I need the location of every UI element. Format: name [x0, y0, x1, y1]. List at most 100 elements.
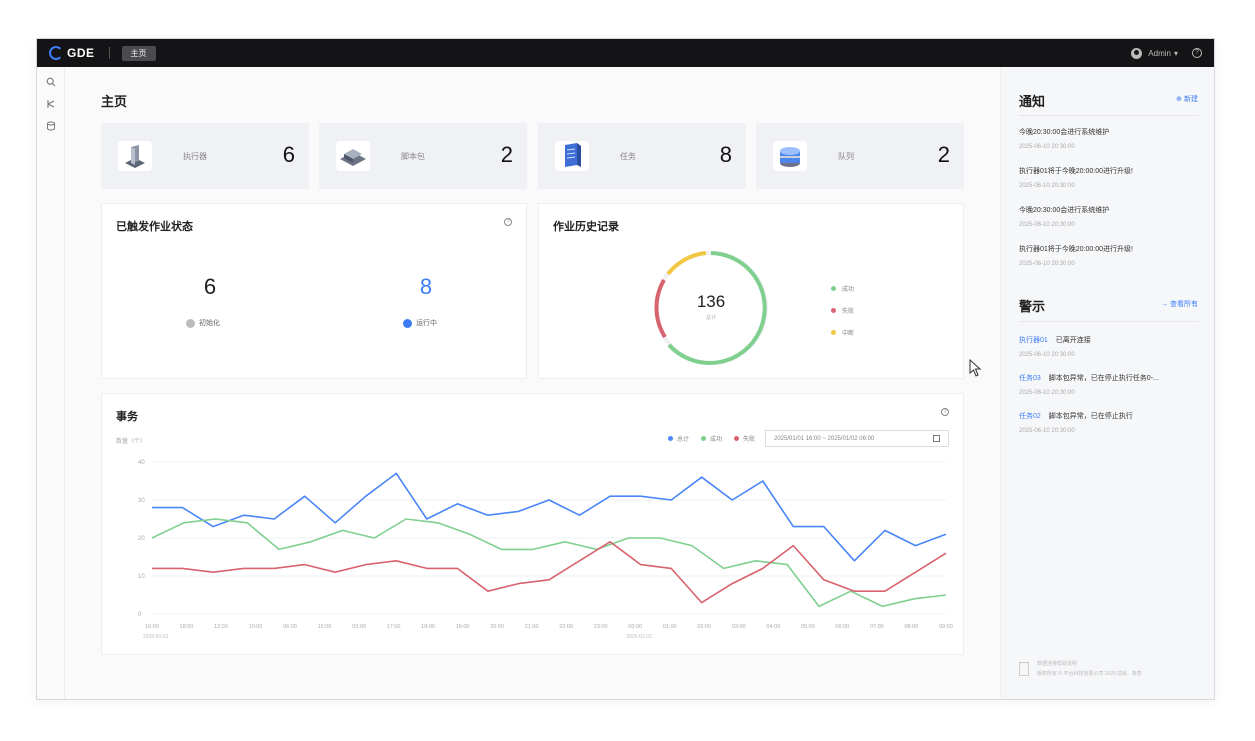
database-icon[interactable]	[45, 121, 57, 133]
running-chip: 运行中	[403, 318, 437, 328]
stat-value: 6	[282, 142, 295, 167]
notice-item[interactable]: 执行器01将于今晚20:00:00进行升级! 2025-06-10 20:30:…	[1019, 244, 1199, 267]
legend-label: 中断	[842, 331, 855, 337]
arrow-right-icon: →	[1161, 301, 1169, 308]
warning-time: 2025-06-10 20:30:00	[1019, 428, 1075, 434]
history-total-value: 136	[696, 292, 726, 311]
x-tick-label: 12:00	[214, 624, 228, 630]
x-tick-label: 04:00	[766, 624, 780, 630]
running-icon	[403, 318, 412, 328]
transactions-line-chart[interactable]: 40302010016:00 18:00 12:00 10:00 06:00 15:00 0…	[116, 456, 956, 646]
warning-link[interactable]: 执行器01	[1019, 337, 1048, 344]
series-line-成功[interactable]	[151, 518, 947, 608]
warning-item[interactable]: 执行器01 已离开连接 2025-06-10 20:30:00	[1019, 335, 1199, 358]
user-icon[interactable]	[1131, 47, 1143, 59]
x-tick-label: 03:00	[352, 624, 366, 630]
x-date-label: 2025-01-01	[143, 634, 169, 640]
stat-card-executor[interactable]: 执行器 6	[101, 123, 309, 189]
panel-title: 作业历史记录	[553, 221, 619, 233]
x-tick-label: 05:00	[801, 624, 815, 630]
stat-card-task[interactable]: 任务 8	[538, 123, 746, 189]
legend-item-interrupted[interactable]: 中断	[831, 328, 854, 337]
warning-text: 已离开连接	[1055, 337, 1091, 344]
search-icon[interactable]	[45, 77, 57, 89]
plus-circle-icon: ⊕	[1176, 96, 1183, 103]
x-date-label: 2025-01-02	[626, 634, 652, 640]
help-icon[interactable]: ?	[1192, 48, 1202, 58]
legend-label: 失败	[742, 437, 755, 443]
divider	[108, 47, 110, 59]
legend-item-failed[interactable]: 失败	[831, 306, 854, 315]
mouse-cursor-icon	[969, 358, 983, 382]
legend-dot	[700, 436, 706, 441]
notice-text: 今晚20:30:00会进行系统维护	[1019, 207, 1110, 214]
new-notice-button[interactable]: ⊕ 新建	[1176, 94, 1198, 104]
history-total-label: 总计	[705, 315, 716, 321]
panel-title: 事务	[116, 411, 138, 423]
x-tick-label: 15:00	[318, 624, 332, 630]
panel-title: 已触发作业状态	[116, 221, 193, 233]
x-tick-label: 17:00	[387, 624, 401, 630]
top-right-controls: Admin ▾ ?	[1131, 39, 1202, 67]
legend-dot	[667, 436, 673, 441]
calendar-icon[interactable]	[933, 435, 940, 442]
logo-mark-icon	[49, 46, 63, 60]
x-tick-label: 02:00	[697, 624, 711, 630]
notice-text: 执行器01将于今晚20:00:00进行升级!	[1019, 246, 1133, 253]
x-tick-label: 16:00	[145, 624, 159, 630]
series-line-失败[interactable]	[152, 541, 947, 604]
chart-toolbar: 总计 成功 失败 2025/01/01 16:00 ~ 2025/01/02 0…	[667, 430, 949, 447]
tab-home[interactable]: 主页	[121, 45, 156, 61]
footer-line-2: 版权所有 © 平台科技有限公司 2025 隐私 · 条款	[1037, 671, 1142, 677]
notice-text: 今晚20:30:00会进行系统维护	[1019, 129, 1110, 136]
legend-label: 失败	[842, 309, 855, 315]
warning-link[interactable]: 任务03	[1019, 375, 1041, 382]
warning-time: 2025-06-10 20:30:00	[1019, 390, 1075, 396]
task-icon	[555, 141, 589, 171]
legend-item-success[interactable]: 成功	[700, 434, 722, 443]
help-icon[interactable]: ?	[504, 218, 512, 226]
initializing-icon	[186, 318, 195, 328]
legend-dot	[831, 330, 836, 335]
queue-icon	[773, 141, 807, 171]
x-tick-label: 07:00	[870, 624, 884, 630]
document-icon	[1019, 661, 1029, 676]
history-total: 136 总计	[671, 292, 751, 321]
stat-card-script-package[interactable]: 脚本包 2	[319, 123, 527, 189]
warning-link[interactable]: 任务02	[1019, 413, 1041, 420]
chevron-down-icon[interactable]: ▾	[1174, 49, 1178, 58]
stat-value: 2	[937, 142, 950, 167]
stat-card-queue[interactable]: 队列 2	[756, 123, 964, 189]
legend-dot	[831, 308, 836, 313]
notice-item[interactable]: 今晚20:30:00会进行系统维护 2025-06-10 20:30:00	[1019, 205, 1199, 228]
notice-time: 2025-06-10 20:30:00	[1019, 222, 1075, 228]
triggered-status-panel: 已触发作业状态 ? 6 初始化 8 运行中	[101, 203, 527, 379]
transactions-panel: 事务 ? 数量（个） 总计 成功 失败 2025/01/01 16:00 ~ 2…	[101, 393, 964, 655]
warning-item[interactable]: 任务02 脚本包异常，已在停止执行 2025-06-10 20:30:00	[1019, 411, 1199, 434]
x-tick-label: 16:00	[456, 624, 470, 630]
legend-dot	[831, 286, 836, 291]
warning-item[interactable]: 任务03 脚本包异常，已在停止执行任务0-... 2025-06-10 20:30…	[1019, 373, 1199, 396]
brand-logo[interactable]: GDE	[49, 46, 95, 60]
legend-item-failed[interactable]: 失败	[733, 434, 755, 443]
y-tick-label: 40	[138, 460, 145, 466]
notice-item[interactable]: 今晚20:30:00会进行系统维护 2025-06-10 20:30:00	[1019, 127, 1199, 150]
notice-item[interactable]: 执行器01将于今晚20:00:00进行升级! 2025-06-10 20:30:…	[1019, 166, 1199, 189]
initializing-count: 6	[203, 274, 217, 299]
series-line-总计[interactable]	[152, 472, 947, 562]
legend-label: 成功	[709, 437, 722, 443]
help-icon[interactable]: ?	[941, 408, 949, 416]
running-count: 8	[419, 274, 433, 299]
date-range-picker[interactable]: 2025/01/01 16:00 ~ 2025/01/02 06:00	[765, 430, 949, 447]
legend-item-total[interactable]: 总计	[667, 434, 689, 443]
workflow-icon[interactable]	[45, 99, 57, 111]
legend-item-success[interactable]: 成功	[831, 284, 854, 293]
user-name[interactable]: Admin	[1148, 49, 1171, 58]
footer-line-1[interactable]: 数据连接帮助说明	[1037, 660, 1142, 667]
main-content: 主页 执行器 6 脚本包 2 任务 8 队列 2 已触发作业状态 ? 6 初始化…	[65, 67, 1000, 699]
view-all-warnings-link[interactable]: → 查看所有	[1161, 299, 1198, 309]
x-tick-label: 00:00	[628, 624, 642, 630]
x-tick-label: 21:00	[525, 624, 539, 630]
initializing-label: 初始化	[199, 320, 220, 327]
app-window: GDE 主页 Admin ▾ ? 主页 执行器 6 脚本包 2 任务 8 队列 …	[36, 38, 1215, 700]
